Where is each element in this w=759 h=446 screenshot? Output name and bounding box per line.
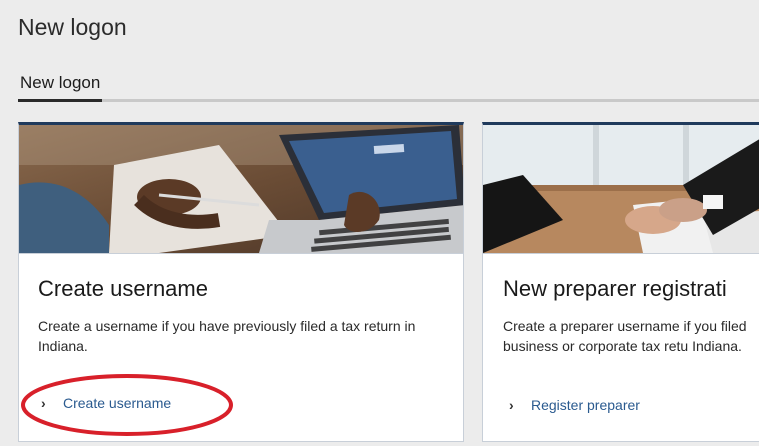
tab-new-logon[interactable]: New logon [18, 70, 103, 102]
tab-active-underline [18, 99, 103, 102]
card-description: Create a username if you have previously… [38, 318, 416, 354]
link-label: Create username [63, 395, 172, 411]
tab-label: New logon [20, 73, 101, 92]
card-body: Create username Create a username if you… [19, 253, 463, 441]
chevron-right-icon: › [41, 395, 46, 411]
tab-strip: New logon [18, 70, 759, 102]
card-description: Create a preparer username if you filed … [503, 318, 747, 354]
register-preparer-link[interactable]: › Register preparer [509, 397, 640, 413]
link-label: Register preparer [531, 397, 640, 413]
new-preparer-card: New preparer registrati Create a prepare… [482, 122, 759, 442]
page-title: New logon [18, 14, 127, 40]
card-title: New preparer registrati [503, 276, 727, 301]
card-title: Create username [38, 276, 208, 301]
laptop-photo [19, 125, 463, 253]
card-image-handshake [483, 125, 759, 253]
chevron-right-icon: › [509, 397, 514, 413]
handshake-photo [483, 125, 759, 253]
tab-baseline [18, 99, 759, 102]
card-image-laptop [19, 125, 463, 253]
create-username-card: Create username Create a username if you… [18, 122, 464, 442]
create-username-link[interactable]: › Create username [41, 395, 171, 411]
